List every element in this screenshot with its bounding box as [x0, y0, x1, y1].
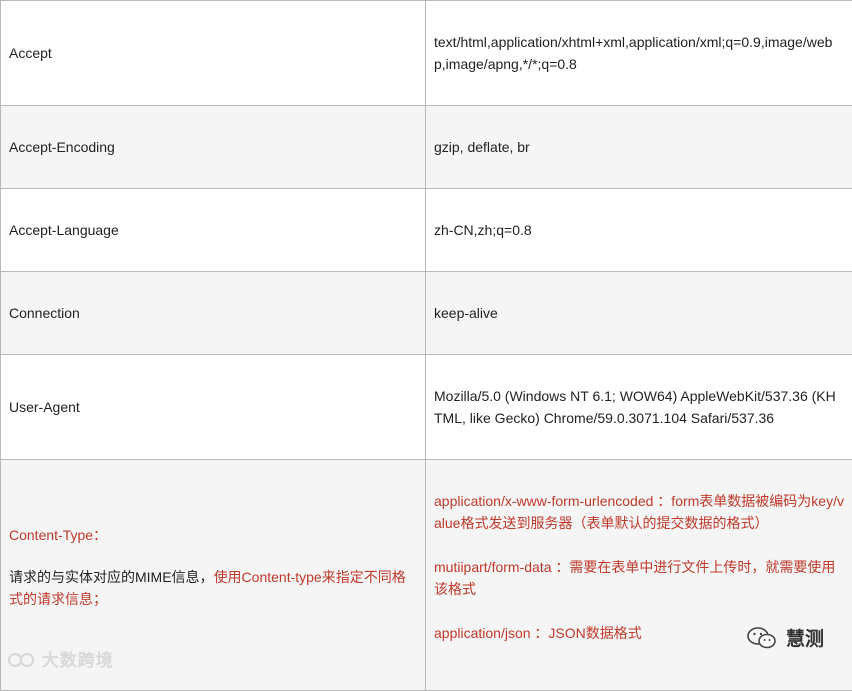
wechat-icon: [746, 626, 778, 650]
content-type-value: application/x-www-form-urlencoded ：form表…: [434, 490, 844, 534]
table-row-content-type: Content-Type： 请求的与实体对应的MIME信息，使用Content-…: [1, 460, 852, 691]
watermark-left: 大数跨境: [8, 646, 114, 671]
table-row: Connection keep-alive: [1, 272, 852, 355]
header-value: zh-CN,zh;q=0.8: [426, 189, 852, 272]
header-name: User-Agent: [1, 355, 426, 460]
header-name: Connection: [1, 272, 426, 355]
table-row: User-Agent Mozilla/5.0 (Windows NT 6.1; …: [1, 355, 852, 460]
header-name: Accept-Encoding: [1, 106, 426, 189]
header-value: gzip, deflate, br: [426, 106, 852, 189]
content-type-value: mutiipart/form-data ：需要在表单中进行文件上传时，就需要使用…: [434, 556, 844, 600]
watermark-right-text: 慧测: [786, 624, 824, 651]
header-value: keep-alive: [426, 272, 852, 355]
http-headers-table: Accept text/html,application/xhtml+xml,a…: [0, 0, 852, 691]
table-row: Accept-Encoding gzip, deflate, br: [1, 106, 852, 189]
content-type-values: application/x-www-form-urlencoded ：form表…: [434, 490, 844, 644]
watermark-right: 慧测: [746, 624, 824, 651]
content-type-description: 请求的与实体对应的MIME信息，使用Content-type来指定不同格式的请求…: [9, 566, 417, 610]
header-value: text/html,application/xhtml+xml,applicat…: [426, 1, 852, 106]
content-type-desc-prefix: 请求的与实体对应的MIME信息，: [9, 569, 214, 585]
table-row: Accept text/html,application/xhtml+xml,a…: [1, 1, 852, 106]
content-type-values-cell: application/x-www-form-urlencoded ：form表…: [426, 460, 852, 691]
content-type-name: Content-Type：: [9, 524, 417, 546]
table-row: Accept-Language zh-CN,zh;q=0.8: [1, 189, 852, 272]
header-name: Accept: [1, 1, 426, 106]
watermark-left-text: 大数跨境: [42, 651, 114, 670]
header-value: Mozilla/5.0 (Windows NT 6.1; WOW64) Appl…: [426, 355, 852, 460]
watermark-logo-icon: [8, 652, 36, 668]
header-name: Accept-Language: [1, 189, 426, 272]
